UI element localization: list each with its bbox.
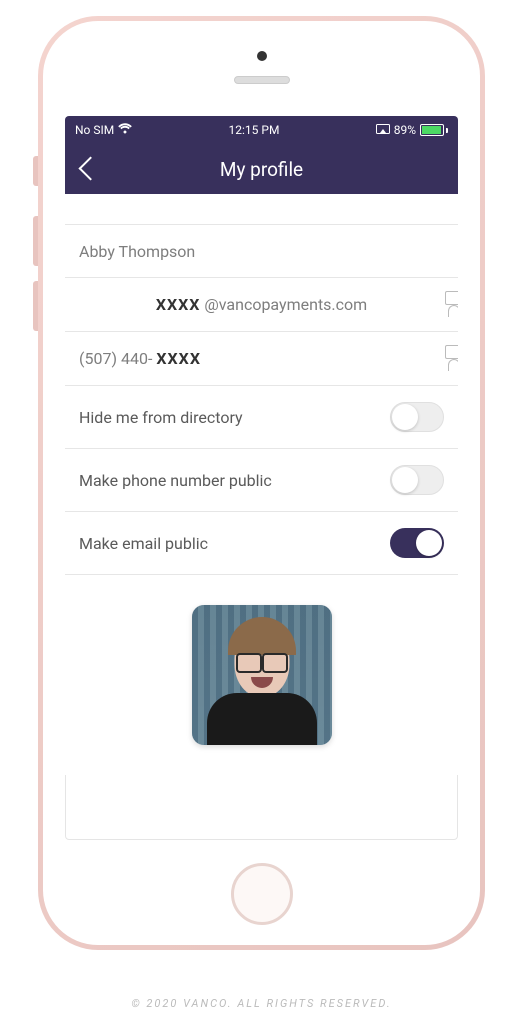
carrier-text: No SIM bbox=[75, 123, 114, 137]
battery-pct: 89% bbox=[394, 123, 416, 137]
back-button[interactable] bbox=[79, 157, 93, 181]
hide-directory-row: Hide me from directory bbox=[65, 386, 458, 449]
mute-switch bbox=[33, 156, 38, 186]
home-button[interactable] bbox=[231, 863, 293, 925]
hide-directory-label: Hide me from directory bbox=[79, 408, 243, 427]
nav-bar: My profile bbox=[65, 144, 458, 194]
profile-avatar[interactable] bbox=[192, 605, 332, 745]
avatar-section bbox=[65, 575, 458, 775]
email-row: XXXX @vancopayments.com bbox=[65, 278, 458, 332]
phone-bezel: No SIM 12:15 PM 89% bbox=[43, 21, 480, 945]
phone-public-toggle[interactable] bbox=[390, 465, 444, 495]
footer-copyright: © 2020 VANCO. ALL RIGHTS RESERVED. bbox=[0, 997, 523, 1010]
hide-directory-toggle[interactable] bbox=[390, 402, 444, 432]
phone-frame: No SIM 12:15 PM 89% bbox=[38, 16, 485, 950]
profile-name: Abby Thompson bbox=[79, 242, 195, 261]
profile-content: Abby Thompson XXXX @vancopayments.com (5… bbox=[65, 194, 458, 775]
screen-mirror-icon bbox=[376, 123, 390, 137]
battery-icon bbox=[420, 124, 448, 136]
wifi-icon bbox=[118, 123, 132, 137]
email-public-row: Make email public bbox=[65, 512, 458, 575]
phone-masked: XXXX bbox=[156, 349, 201, 368]
camera-dot bbox=[257, 51, 267, 61]
phone-prefix: (507) 440- bbox=[79, 349, 152, 368]
name-row[interactable]: Abby Thompson bbox=[65, 224, 458, 278]
email-public-label: Make email public bbox=[79, 534, 208, 553]
status-bar: No SIM 12:15 PM 89% bbox=[65, 116, 458, 144]
volume-down-button bbox=[33, 281, 38, 331]
email-masked: XXXX bbox=[156, 295, 201, 314]
screen: No SIM 12:15 PM 89% bbox=[65, 116, 458, 840]
speaker-grille bbox=[234, 76, 290, 84]
volume-up-button bbox=[33, 216, 38, 266]
email-domain: @vancopayments.com bbox=[204, 295, 367, 314]
clock-text: 12:15 PM bbox=[229, 123, 280, 137]
page-title: My profile bbox=[65, 158, 458, 181]
phone-public-row: Make phone number public bbox=[65, 449, 458, 512]
phone-public-label: Make phone number public bbox=[79, 471, 272, 490]
email-public-toggle[interactable] bbox=[390, 528, 444, 558]
phone-row: (507) 440- XXXX bbox=[65, 332, 458, 386]
